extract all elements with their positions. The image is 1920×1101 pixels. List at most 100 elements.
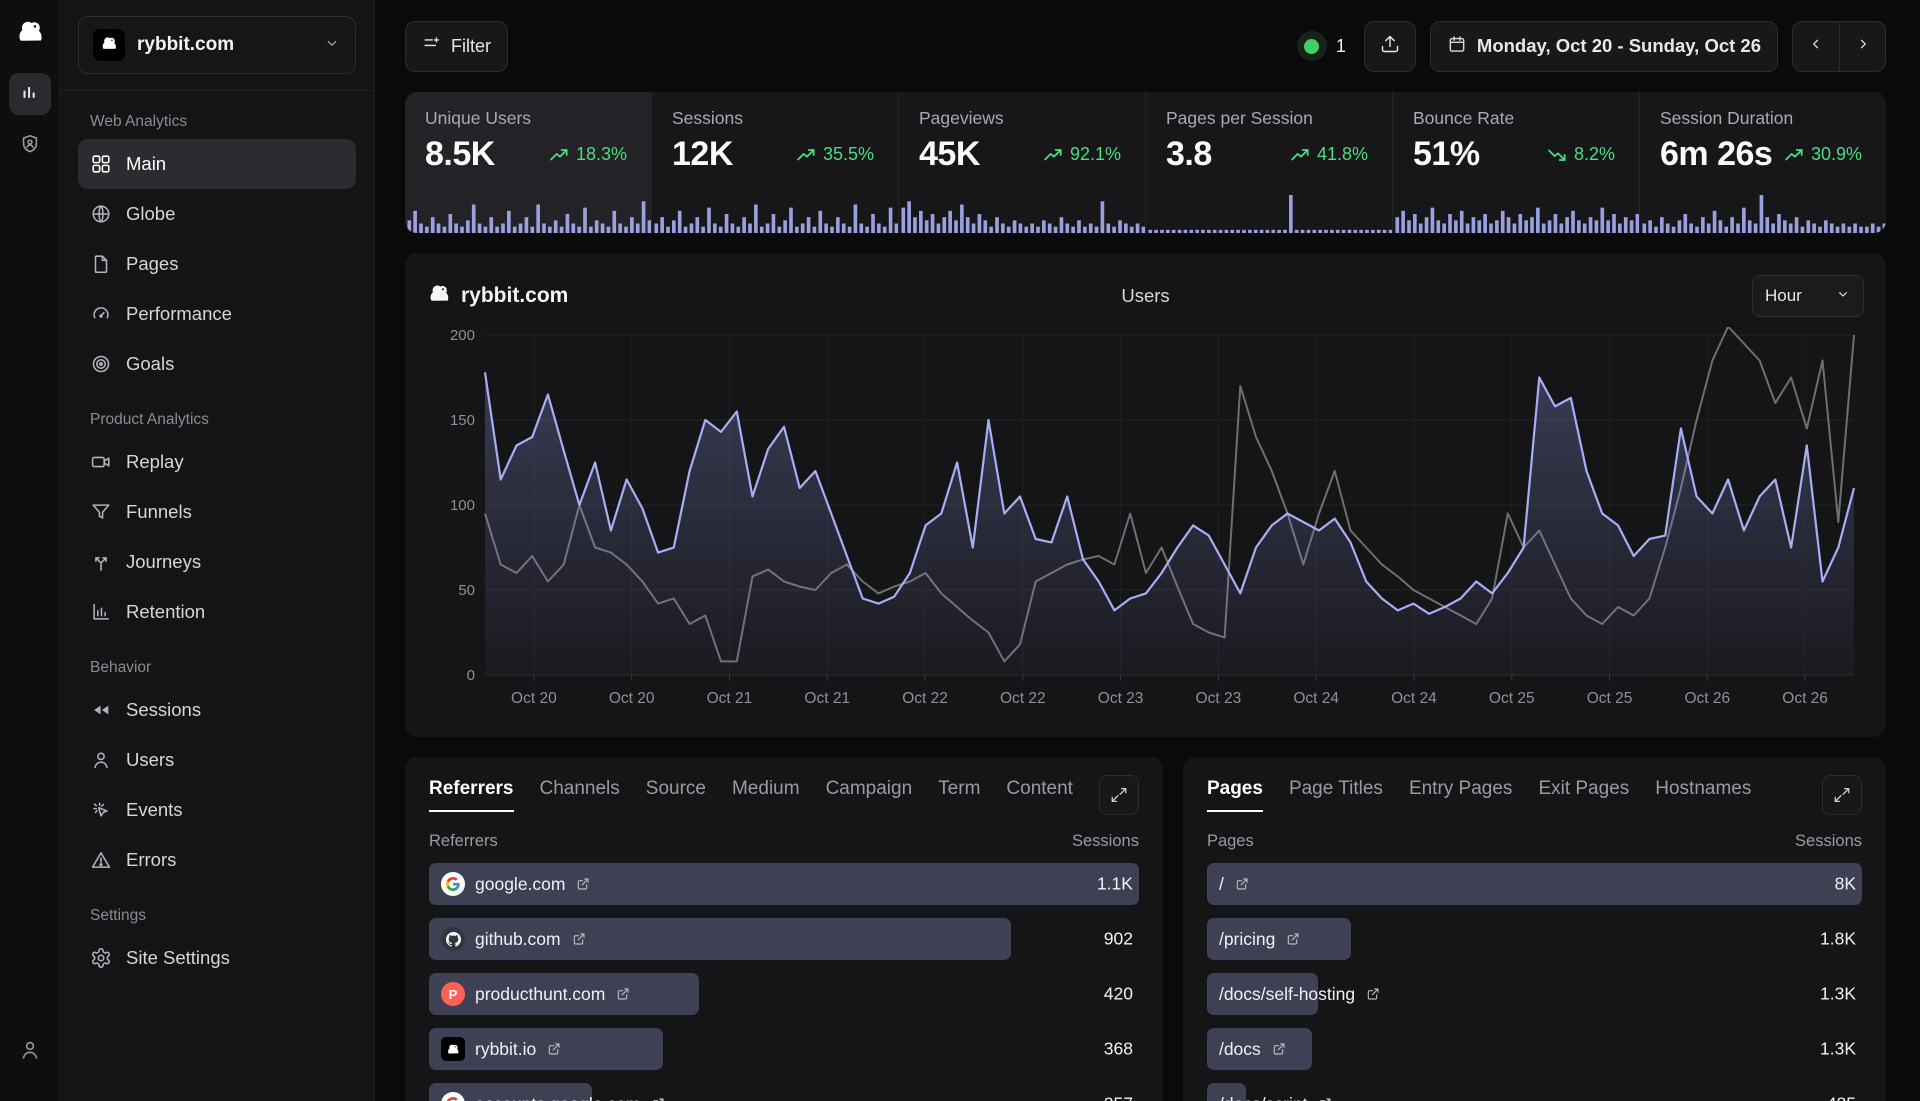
referrers-row-producthunt-com[interactable]: P producthunt.com 420 bbox=[429, 973, 1139, 1015]
filter-label: Filter bbox=[451, 36, 491, 57]
sidebar-item-label: Site Settings bbox=[126, 947, 230, 969]
tab-entry-pages[interactable]: Entry Pages bbox=[1409, 778, 1513, 812]
column-name: Pages bbox=[1207, 832, 1254, 851]
external-link-icon[interactable] bbox=[650, 1096, 666, 1101]
stat-label: Unique Users bbox=[425, 108, 631, 129]
sidebar-item-replay[interactable]: Replay bbox=[78, 437, 356, 487]
external-link-icon[interactable] bbox=[1285, 931, 1301, 947]
users-line-chart[interactable]: Oct 20Oct 20Oct 21Oct 21Oct 22Oct 22Oct … bbox=[427, 327, 1864, 725]
external-link-icon[interactable] bbox=[546, 1041, 562, 1057]
sparkline-chart bbox=[405, 193, 651, 233]
click-icon bbox=[90, 799, 112, 821]
row-value: 902 bbox=[1104, 929, 1133, 950]
tab-exit-pages[interactable]: Exit Pages bbox=[1538, 778, 1629, 812]
site-favicon bbox=[93, 29, 125, 61]
row-content: / bbox=[1207, 863, 1862, 905]
sidebar-item-site-settings[interactable]: Site Settings bbox=[78, 933, 356, 983]
pages-expand-button[interactable] bbox=[1822, 775, 1862, 815]
filter-button[interactable]: Filter bbox=[405, 21, 508, 72]
stat-tile-bounce-rate[interactable]: Bounce Rate 51% 8.2% bbox=[1392, 92, 1639, 233]
sidebar-item-label: Pages bbox=[126, 253, 178, 275]
site-selector[interactable]: rybbit.com bbox=[78, 16, 356, 74]
calendar-icon bbox=[1447, 34, 1467, 59]
sparkline-chart bbox=[1640, 193, 1886, 233]
tab-source[interactable]: Source bbox=[646, 778, 706, 812]
tab-pages[interactable]: Pages bbox=[1207, 778, 1263, 812]
pages-row--docs-self-hosting[interactable]: /docs/self-hosting 1.3K bbox=[1207, 973, 1862, 1015]
google-favicon bbox=[441, 872, 465, 896]
app-root: rybbit.com Web AnalyticsMainGlobePagesPe… bbox=[0, 0, 1920, 1101]
tab-medium[interactable]: Medium bbox=[732, 778, 800, 812]
tab-hostnames[interactable]: Hostnames bbox=[1655, 778, 1751, 812]
stat-value: 51% bbox=[1413, 135, 1480, 174]
rybbit-logo-icon bbox=[15, 16, 45, 51]
external-link-icon[interactable] bbox=[1271, 1041, 1287, 1057]
tab-campaign[interactable]: Campaign bbox=[826, 778, 913, 812]
sidebar-divider bbox=[60, 90, 374, 91]
stat-sparkline bbox=[1146, 193, 1392, 233]
sidebar-item-performance[interactable]: Performance bbox=[78, 289, 356, 339]
shield-user-icon bbox=[19, 133, 41, 155]
sidebar-item-goals[interactable]: Goals bbox=[78, 339, 356, 389]
rail-account-button[interactable] bbox=[9, 125, 51, 167]
stat-sparkline bbox=[1640, 193, 1886, 233]
trend-up-icon bbox=[1044, 148, 1064, 162]
tab-content[interactable]: Content bbox=[1006, 778, 1073, 812]
sidebar-item-users[interactable]: Users bbox=[78, 735, 356, 785]
external-link-icon[interactable] bbox=[615, 986, 631, 1002]
pages-row--docs-script[interactable]: /docs/script 485 bbox=[1207, 1083, 1862, 1101]
rail-user-button[interactable] bbox=[9, 1031, 51, 1073]
chart-bars-icon bbox=[90, 601, 112, 623]
filter-icon bbox=[422, 34, 441, 58]
pages-row--docs[interactable]: /docs 1.3K bbox=[1207, 1028, 1862, 1070]
tab-channels[interactable]: Channels bbox=[540, 778, 620, 812]
sidebar-item-globe[interactable]: Globe bbox=[78, 189, 356, 239]
referrers-row-github-com[interactable]: github.com 902 bbox=[429, 918, 1139, 960]
globe-icon bbox=[90, 203, 112, 225]
sidebar-item-retention[interactable]: Retention bbox=[78, 587, 356, 637]
sparkline-chart bbox=[1393, 193, 1639, 233]
stat-sparkline bbox=[1393, 193, 1639, 233]
referrers-row-accounts-google-com[interactable]: accounts.google.com 257 bbox=[429, 1083, 1139, 1101]
x-axis-label: Oct 23 bbox=[1098, 690, 1144, 707]
google-favicon bbox=[441, 1092, 465, 1101]
gear-icon bbox=[90, 947, 112, 969]
tab-referrers[interactable]: Referrers bbox=[429, 778, 514, 812]
external-link-icon[interactable] bbox=[1317, 1096, 1333, 1101]
stat-label: Pageviews bbox=[919, 108, 1125, 129]
sidebar-item-label: Performance bbox=[126, 303, 232, 325]
sidebar-item-main[interactable]: Main bbox=[78, 139, 356, 189]
tab-term[interactable]: Term bbox=[938, 778, 980, 812]
external-link-icon[interactable] bbox=[571, 931, 587, 947]
next-period-button[interactable] bbox=[1839, 22, 1885, 71]
stat-tile-sessions[interactable]: Sessions 12K 35.5% bbox=[651, 92, 898, 233]
x-axis-label: Oct 24 bbox=[1391, 690, 1437, 707]
interval-select[interactable]: Hour bbox=[1752, 275, 1864, 317]
frog-icon bbox=[15, 16, 45, 46]
sidebar-item-journeys[interactable]: Journeys bbox=[78, 537, 356, 587]
share-button[interactable] bbox=[1364, 21, 1416, 72]
stat-tile-pageviews[interactable]: Pageviews 45K 92.1% bbox=[898, 92, 1145, 233]
sidebar-item-errors[interactable]: Errors bbox=[78, 835, 356, 885]
sidebar-item-pages[interactable]: Pages bbox=[78, 239, 356, 289]
sidebar-item-sessions[interactable]: Sessions bbox=[78, 685, 356, 735]
stat-tile-session-duration[interactable]: Session Duration 6m 26s 30.9% bbox=[1639, 92, 1886, 233]
sidebar-item-funnels[interactable]: Funnels bbox=[78, 487, 356, 537]
referrers-row-google-com[interactable]: google.com 1.1K bbox=[429, 863, 1139, 905]
sidebar-item-events[interactable]: Events bbox=[78, 785, 356, 835]
row-content: /docs/self-hosting bbox=[1207, 973, 1862, 1015]
external-link-icon[interactable] bbox=[1365, 986, 1381, 1002]
tab-page-titles[interactable]: Page Titles bbox=[1289, 778, 1383, 812]
stat-change-value: 41.8% bbox=[1317, 144, 1368, 165]
date-range-button[interactable]: Monday, Oct 20 - Sunday, Oct 26 bbox=[1430, 21, 1778, 72]
stat-tile-pages-per-session[interactable]: Pages per Session 3.8 41.8% bbox=[1145, 92, 1392, 233]
prev-period-button[interactable] bbox=[1793, 22, 1839, 71]
external-link-icon[interactable] bbox=[1234, 876, 1250, 892]
pages-row--pricing[interactable]: /pricing 1.8K bbox=[1207, 918, 1862, 960]
stat-tile-unique-users[interactable]: Unique Users 8.5K 18.3% bbox=[405, 92, 651, 233]
rail-analytics-button[interactable] bbox=[9, 73, 51, 115]
referrers-row-rybbit-io[interactable]: rybbit.io 368 bbox=[429, 1028, 1139, 1070]
external-link-icon[interactable] bbox=[575, 876, 591, 892]
referrers-expand-button[interactable] bbox=[1099, 775, 1139, 815]
pages-row--[interactable]: / 8K bbox=[1207, 863, 1862, 905]
